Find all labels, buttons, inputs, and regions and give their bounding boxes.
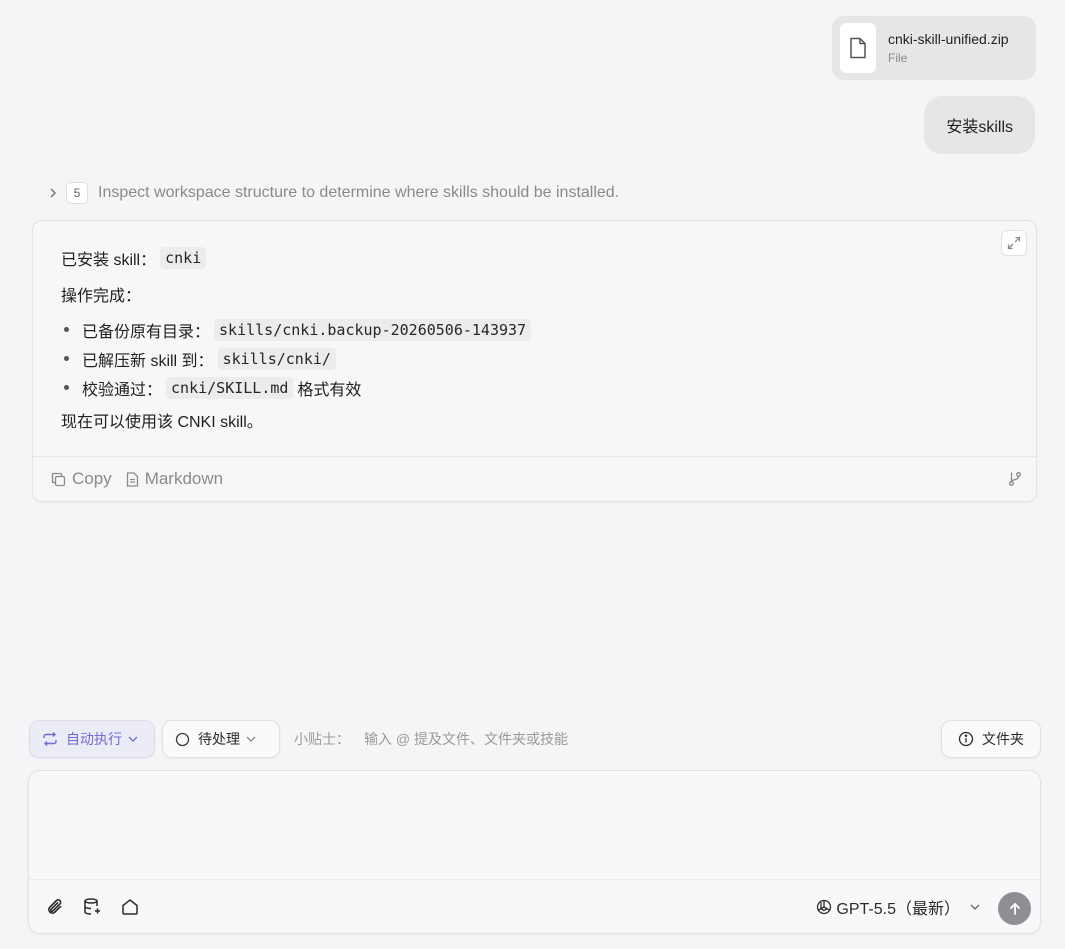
chevron-down-icon (246, 736, 256, 742)
bullet-suffix: 格式有效 (297, 381, 362, 399)
openai-icon (817, 899, 832, 915)
message-input[interactable] (29, 771, 1040, 881)
list-item: 已解压新 skill 到： skills/cnki/ (61, 344, 996, 373)
copy-icon (51, 472, 66, 486)
arrow-up-icon (1009, 902, 1020, 915)
step-text: Inspect workspace structure to determine… (98, 184, 620, 201)
paperclip-icon[interactable] (43, 895, 67, 919)
markdown-button[interactable]: Markdown (126, 469, 223, 489)
copy-button[interactable]: Copy (51, 469, 112, 489)
installed-label: 已安装 skill： (61, 252, 157, 269)
repeat-icon (43, 732, 57, 746)
home-icon[interactable] (118, 895, 142, 919)
auto-exec-label: 自动执行 (66, 731, 122, 747)
folder-button[interactable]: 文件夹 (941, 720, 1041, 758)
tip-text: 小贴士： 输入 @ 提及文件、文件夹或技能 (294, 720, 568, 758)
user-message-bubble: 安装skills (924, 96, 1035, 154)
bullet-label: 已备份原有目录： (82, 323, 211, 341)
info-icon (958, 731, 974, 747)
pending-dropdown[interactable]: 待处理 (162, 720, 280, 758)
bullet-dot (64, 385, 69, 390)
markdown-label: Markdown (144, 469, 224, 488)
composer-toolbar: 自动执行 待处理 小贴士： 输入 @ 提及文件、文件夹或技能 文件夹 (28, 720, 1041, 758)
chevron-down-icon (970, 904, 980, 910)
installed-code: cnki (160, 247, 207, 269)
bullet-code: skills/cnki.backup-20260506-143937 (214, 318, 532, 341)
step-number-badge: 5 (66, 182, 88, 204)
composer-bottom-bar: GPT-5.5（最新） (29, 879, 1040, 933)
folder-label: 文件夹 (982, 731, 1024, 747)
message-composer: GPT-5.5（最新） (28, 770, 1041, 934)
bullet-dot (64, 356, 69, 361)
pending-label: 待处理 (198, 731, 240, 747)
file-name: cnki-skill-unified.zip (888, 31, 1009, 47)
list-item: 已备份原有目录： skills/cnki.backup-20260506-143… (61, 315, 996, 344)
auto-exec-dropdown[interactable]: 自动执行 (29, 720, 155, 758)
model-label: GPT-5.5（最新） (836, 901, 960, 918)
tip-label: 小贴士： (294, 731, 350, 747)
bullet-label: 已解压新 skill 到： (82, 352, 214, 370)
bullet-label: 校验通过： (82, 381, 163, 399)
document-icon (126, 471, 138, 487)
step-row[interactable]: 5 Inspect workspace structure to determi… (46, 180, 619, 206)
bullet-dot (64, 327, 69, 332)
closing-text: 现在可以使用该 CNKI skill。 (61, 414, 263, 431)
file-icon (840, 23, 876, 73)
chevron-right-icon[interactable] (46, 187, 60, 199)
done-label: 操作完成： (61, 288, 142, 305)
response-footer: Copy Markdown (33, 456, 1036, 501)
file-attachment-card[interactable]: cnki-skill-unified.zip File (832, 16, 1036, 80)
circle-icon (175, 732, 190, 746)
model-selector[interactable]: GPT-5.5（最新） (816, 894, 980, 920)
bullet-code: cnki/SKILL.md (166, 376, 294, 399)
file-type: File (888, 51, 908, 65)
list-item: 校验通过： cnki/SKILL.md 格式有效 (61, 373, 996, 402)
assistant-response-card: 已安装 skill： cnki 操作完成： 已备份原有目录： skills/cn… (32, 220, 1037, 502)
bullet-code: skills/cnki/ (217, 347, 336, 370)
chevron-down-icon (128, 736, 138, 742)
send-button[interactable] (998, 892, 1031, 925)
installed-line: 已安装 skill： cnki (61, 245, 996, 271)
result-list: 已备份原有目录： skills/cnki.backup-20260506-143… (61, 315, 996, 402)
tip-content: 输入 @ 提及文件、文件夹或技能 (364, 731, 568, 747)
database-icon[interactable] (80, 895, 104, 919)
expand-icon[interactable] (1001, 230, 1027, 256)
branch-icon[interactable] (1008, 471, 1022, 492)
copy-label: Copy (72, 469, 112, 488)
